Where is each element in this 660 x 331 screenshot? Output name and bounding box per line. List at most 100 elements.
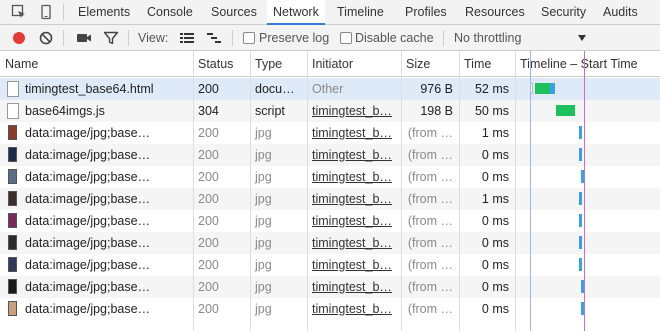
column-header-timeline[interactable]: Timeline – Start Time [515,51,660,77]
request-size: 976 B [420,82,453,96]
column-header-name[interactable]: Name [0,51,193,77]
waterfall-download-bar [579,258,582,271]
request-initiator[interactable]: timingtest_b… [307,144,401,166]
request-row[interactable]: data:image/jpg;base… 200 jpg timingtest_b… (… [0,122,660,144]
tab-elements[interactable]: Elements [72,0,136,25]
request-row[interactable]: data:image/jpg;base… 200 jpg timingtest_b… (… [0,144,660,166]
request-time: 1 ms [481,126,509,140]
waterfall-wait-bar [556,105,575,116]
waterfall-download-bar [550,83,555,94]
image-thumbnail-icon [8,301,17,316]
request-name: data:image/jpg;base… [25,258,151,272]
request-status: 200 [198,236,219,250]
grid-header: Name Status Type Initiator Size Time Tim… [0,51,660,77]
request-row[interactable]: base64imgs.js 304 script timingtest_b… 198 B… [0,100,660,122]
preserve-log-checkbox[interactable] [243,32,255,44]
tab-security[interactable]: Security [535,0,592,25]
tab-timeline[interactable]: Timeline [331,0,390,25]
request-time: 0 ms [481,258,509,272]
tab-profiles[interactable]: Profiles [399,0,453,25]
tab-audits[interactable]: Audits [597,0,644,25]
capture-screenshots-icon[interactable] [76,30,92,49]
device-mode-icon[interactable] [38,4,54,20]
throttling-select[interactable]: No throttling [454,25,521,51]
request-name: data:image/jpg;base… [25,148,151,162]
image-thumbnail-icon [8,235,17,250]
column-divider[interactable] [459,51,460,331]
request-initiator[interactable]: timingtest_b… [307,122,401,144]
request-row[interactable]: data:image/jpg;base… 200 jpg timingtest_b… (… [0,298,660,320]
inspect-element-icon[interactable] [11,4,27,20]
request-name: data:image/jpg;base… [25,236,151,250]
filter-icon[interactable] [103,30,119,49]
request-initiator[interactable]: timingtest_b… [307,298,401,320]
waterfall-download-bar [579,214,582,227]
waterfall-cell [515,254,660,276]
clear-icon[interactable] [38,30,54,49]
load-event-line [584,51,585,331]
tab-sources[interactable]: Sources [205,0,263,25]
request-type: jpg [255,148,272,162]
request-size: (from … [407,170,453,184]
image-thumbnail-icon [8,257,17,272]
waterfall-cell [515,166,660,188]
request-row[interactable]: data:image/jpg;base… 200 jpg timingtest_b… (… [0,166,660,188]
request-initiator[interactable]: timingtest_b… [307,232,401,254]
column-divider[interactable] [401,51,402,331]
column-header-status[interactable]: Status [193,51,250,77]
waterfall-cell [515,144,660,166]
image-thumbnail-icon [8,125,17,140]
request-type: jpg [255,170,272,184]
tab-resources[interactable]: Resources [459,0,531,25]
tab-network[interactable]: Network [267,0,325,25]
request-size: (from … [407,192,453,206]
request-initiator[interactable]: timingtest_b… [307,254,401,276]
column-divider[interactable] [193,51,194,331]
column-header-time[interactable]: Time [459,51,515,77]
waterfall-cell [515,276,660,298]
column-divider[interactable] [515,51,516,331]
disable-cache-checkbox[interactable] [340,32,352,44]
devtools-tab-bar: Elements Console Sources Network Timelin… [0,0,660,25]
column-header-type[interactable]: Type [250,51,307,77]
record-icon[interactable] [11,30,27,49]
overview-waterfall-icon[interactable] [206,30,222,49]
request-row[interactable]: timingtest_base64.html 200 docu… Other 976 B… [0,78,660,100]
request-status: 200 [198,126,219,140]
column-divider[interactable] [250,51,251,331]
dropdown-arrow-icon[interactable] [577,32,587,46]
waterfall-cell [515,298,660,320]
request-size: (from … [407,236,453,250]
waterfall-download-bar [579,236,582,249]
dom-content-loaded-line [530,51,531,331]
toolbar-separator [63,30,64,46]
preserve-log-label[interactable]: Preserve log [259,25,329,51]
request-type: docu… [255,82,295,96]
request-row[interactable]: data:image/jpg;base… 200 jpg timingtest_b… (… [0,232,660,254]
request-initiator[interactable]: timingtest_b… [307,188,401,210]
request-row[interactable]: data:image/jpg;base… 200 jpg timingtest_b… (… [0,188,660,210]
request-status: 200 [198,280,219,294]
request-row[interactable]: data:image/jpg;base… 200 jpg timingtest_b… (… [0,254,660,276]
request-status: 200 [198,82,219,96]
request-row[interactable]: data:image/jpg;base… 200 jpg timingtest_b… (… [0,210,660,232]
disable-cache-label[interactable]: Disable cache [355,25,434,51]
request-initiator[interactable]: timingtest_b… [307,100,401,122]
request-initiator[interactable]: timingtest_b… [307,166,401,188]
waterfall-cell [515,232,660,254]
request-size: (from … [407,302,453,316]
waterfall-cell [515,210,660,232]
request-row[interactable]: data:image/jpg;base… 200 jpg timingtest_b… (… [0,276,660,298]
image-thumbnail-icon [8,213,17,228]
large-rows-icon[interactable] [179,30,195,49]
request-initiator[interactable]: timingtest_b… [307,276,401,298]
column-divider[interactable] [307,51,308,331]
image-thumbnail-icon [8,169,17,184]
column-header-size[interactable]: Size [401,51,459,77]
request-initiator[interactable]: timingtest_b… [307,210,401,232]
column-header-initiator[interactable]: Initiator [307,51,401,77]
tab-console[interactable]: Console [141,0,199,25]
view-label: View: [138,31,169,45]
request-status: 200 [198,214,219,228]
request-name: base64imgs.js [25,104,105,118]
